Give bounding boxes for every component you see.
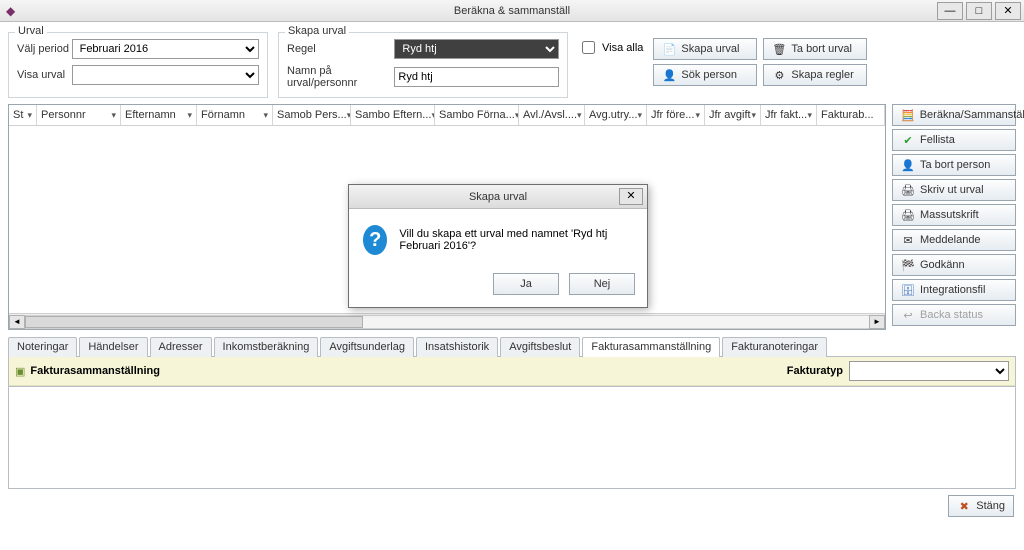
tab-handelser[interactable]: Händelser (79, 337, 147, 357)
tab-adresser[interactable]: Adresser (150, 337, 212, 357)
tab-avgiftsbeslut[interactable]: Avgiftsbeslut (500, 337, 580, 357)
delete-icon: 🗑 (772, 42, 786, 56)
urval-legend: Urval (15, 25, 47, 37)
grid-col-personnr: Personnr▾ (37, 105, 121, 125)
tab-avgiftsunderlag[interactable]: Avgiftsunderlag (320, 337, 414, 357)
remove-person-icon: 👤 (901, 158, 915, 172)
skapa-regler-button[interactable]: ⚙Skapa regler (763, 64, 867, 86)
undo-icon: ↩ (901, 308, 915, 322)
grid-col-sambo-forna: Sambo Förna...▾ (435, 105, 519, 125)
grid-header: St▾ Personnr▾ Efternamn▾ Förnamn▾ Samob … (9, 105, 885, 126)
godkann-button[interactable]: 🏁Godkänn (892, 254, 1016, 276)
ta-bort-person-button[interactable]: 👤Ta bort person (892, 154, 1016, 176)
grid-col-avl-avsl: Avl./Avsl....▾ (519, 105, 585, 125)
skapa-urval-group: Skapa urval Regel Ryd htj Namn på urval/… (278, 32, 568, 98)
titlebar: ◆ Beräkna & sammanställ — □ ✕ (0, 0, 1024, 22)
grid-col-samob-pers: Samob Pers...▾ (273, 105, 351, 125)
modal-no-button[interactable]: Nej (569, 273, 635, 295)
scroll-right-icon[interactable]: ► (869, 315, 885, 329)
grid-col-fakturab: Fakturab... (817, 105, 885, 125)
grid-col-avg-utry: Avg.utry...▾ (585, 105, 647, 125)
fellista-button[interactable]: ✔Fellista (892, 129, 1016, 151)
valj-period-label: Välj period (17, 43, 72, 55)
ta-bort-urval-button[interactable]: 🗑Ta bort urval (763, 38, 867, 60)
mass-print-icon: 🖨 (901, 208, 915, 222)
fakturatyp-select[interactable] (849, 361, 1009, 381)
person-icon: 👤 (662, 68, 676, 82)
backa-status-button[interactable]: ↩Backa status (892, 304, 1016, 326)
tab-inkomstberakning[interactable]: Inkomstberäkning (214, 337, 319, 357)
namn-input[interactable] (394, 67, 559, 87)
urval-group: Urval Välj period Februari 2016 Visa urv… (8, 32, 268, 98)
namn-label: Namn på urval/personnr (287, 65, 394, 89)
scroll-left-icon[interactable]: ◄ (9, 315, 25, 329)
sum-icon: 🧮 (901, 108, 915, 122)
regel-select[interactable]: Ryd htj (394, 39, 559, 59)
integrationsfil-button[interactable]: 🗄Integrationsfil (892, 279, 1016, 301)
tab-insatshistorik[interactable]: Insatshistorik (416, 337, 498, 357)
side-actions: 🧮Beräkna/Sammanställ ✔Fellista 👤Ta bort … (892, 104, 1016, 330)
rules-icon: ⚙ (772, 68, 786, 82)
visa-alla-label: Visa alla (602, 42, 643, 54)
modal-title: Skapa urval (349, 191, 647, 203)
close-page-button[interactable]: ✖Stäng (948, 495, 1014, 517)
grid-col-jfr-fakt: Jfr fakt...▾ (761, 105, 817, 125)
check-icon: ✔ (901, 133, 915, 147)
grid-col-jfr-avgift: Jfr avgift▾ (705, 105, 761, 125)
panel-body (9, 386, 1015, 488)
grid-col-fornamn: Förnamn▾ (197, 105, 273, 125)
window-title: Beräkna & sammanställ (0, 5, 1024, 17)
regel-label: Regel (287, 43, 394, 55)
massutskrift-button[interactable]: 🖨Massutskrift (892, 204, 1016, 226)
tab-noteringar[interactable]: Noteringar (8, 337, 77, 357)
mail-icon: ✉ (901, 233, 915, 247)
visa-urval-select[interactable] (72, 65, 259, 85)
sok-person-button[interactable]: 👤Sök person (653, 64, 757, 86)
skapa-urval-button[interactable]: 📄Skapa urval (653, 38, 757, 60)
print-icon: 🖨 (901, 183, 915, 197)
confirm-modal: Skapa urval ✕ ? Vill du skapa ett urval … (348, 184, 648, 308)
list-icon: ▣ (15, 365, 25, 378)
modal-close-button[interactable]: ✕ (619, 188, 643, 205)
meddelande-button[interactable]: ✉Meddelande (892, 229, 1016, 251)
plus-icon: 📄 (662, 42, 676, 56)
modal-yes-button[interactable]: Ja (493, 273, 559, 295)
modal-titlebar: Skapa urval ✕ (349, 185, 647, 209)
modal-message: Vill du skapa ett urval med namnet 'Ryd … (399, 228, 633, 252)
visa-alla-checkbox[interactable] (582, 41, 595, 54)
approve-icon: 🏁 (901, 258, 915, 272)
fakturatyp-label: Fakturatyp (787, 365, 843, 377)
integration-icon: 🗄 (901, 283, 915, 297)
grid-col-sambo-eftern: Sambo Eftern...▾ (351, 105, 435, 125)
grid-col-st: St▾ (9, 105, 37, 125)
tab-panel: ▣ Fakturasammanställning Fakturatyp (8, 357, 1016, 489)
skriv-ut-urval-button[interactable]: 🖨Skriv ut urval (892, 179, 1016, 201)
tab-fakturasammanstallning[interactable]: Fakturasammanställning (582, 337, 720, 357)
panel-title: Fakturasammanställning (30, 365, 160, 377)
grid-col-efternamn: Efternamn▾ (121, 105, 197, 125)
skapa-legend: Skapa urval (285, 25, 349, 37)
valj-period-select[interactable]: Februari 2016 (72, 39, 259, 59)
berakna-sammanstall-button[interactable]: 🧮Beräkna/Sammanställ (892, 104, 1016, 126)
close-icon: ✖ (957, 499, 971, 513)
grid-col-jfr-fore: Jfr före...▾ (647, 105, 705, 125)
tabstrip: Noteringar Händelser Adresser Inkomstber… (8, 336, 1016, 357)
visa-urval-label: Visa urval (17, 69, 72, 81)
visa-alla-checkbox-wrap: Visa alla (578, 38, 643, 57)
grid-hscroll[interactable]: ◄ ► (9, 313, 885, 329)
tab-fakturanoteringar[interactable]: Fakturanoteringar (722, 337, 827, 357)
question-icon: ? (363, 225, 387, 255)
